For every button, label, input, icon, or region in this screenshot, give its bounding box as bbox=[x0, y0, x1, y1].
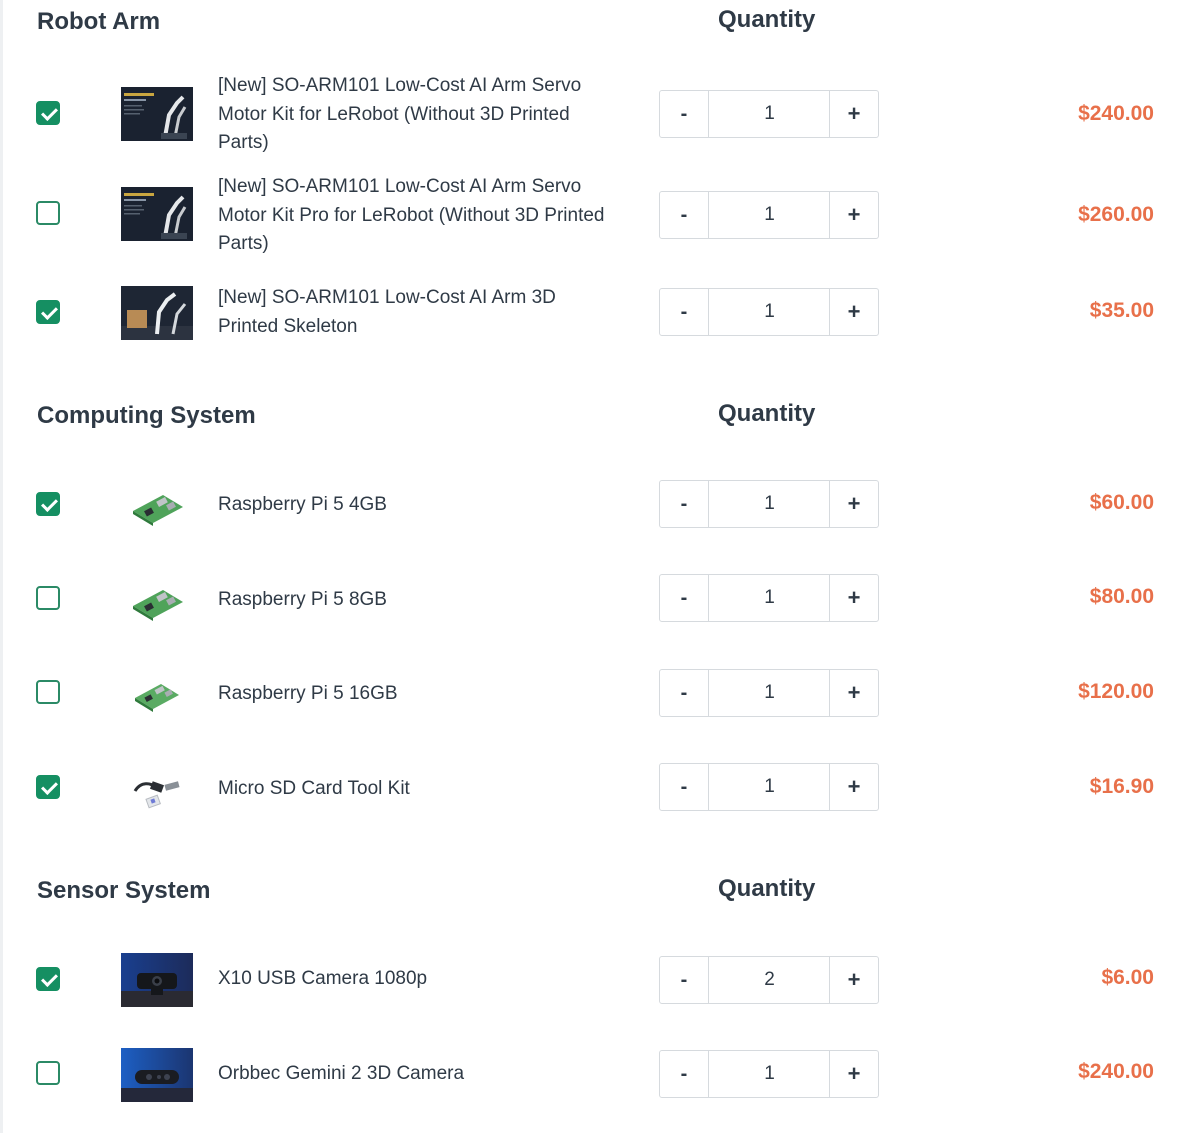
product-price: $240.00 bbox=[1078, 102, 1154, 125]
quantity-stepper: - + bbox=[659, 1050, 879, 1098]
quantity-stepper: - + bbox=[659, 288, 879, 336]
product-name[interactable]: Raspberry Pi 5 4GB bbox=[218, 491, 618, 520]
decrement-button[interactable]: - bbox=[660, 957, 709, 1003]
quantity-stepper: - + bbox=[659, 90, 879, 138]
usb-webcam-icon bbox=[121, 953, 193, 1007]
increment-button[interactable]: + bbox=[829, 192, 878, 238]
product-price: $240.00 bbox=[1078, 1060, 1154, 1083]
increment-button[interactable]: + bbox=[829, 91, 878, 137]
quantity-input[interactable] bbox=[709, 764, 830, 810]
sd-card-kit-icon bbox=[121, 763, 193, 817]
quantity-input[interactable] bbox=[709, 192, 830, 238]
product-row: [New] SO-ARM101 Low-Cost AI Arm Servo Mo… bbox=[0, 72, 1200, 158]
product-name[interactable]: X10 USB Camera 1080p bbox=[218, 965, 618, 994]
product-price: $35.00 bbox=[1089, 299, 1154, 322]
quantity-input[interactable] bbox=[709, 91, 830, 137]
product-checkbox[interactable] bbox=[36, 492, 60, 516]
product-name[interactable]: [New] SO-ARM101 Low-Cost AI Arm Servo Mo… bbox=[218, 173, 618, 259]
product-checkbox[interactable] bbox=[36, 101, 60, 125]
quantity-header: Quantity bbox=[718, 6, 816, 33]
product-row: Raspberry Pi 5 16GB - + $120.00 bbox=[0, 668, 1200, 722]
quantity-header: Quantity bbox=[718, 400, 816, 427]
decrement-button[interactable]: - bbox=[660, 289, 709, 335]
quantity-input[interactable] bbox=[709, 1051, 830, 1097]
product-checkbox[interactable] bbox=[36, 201, 60, 225]
product-name[interactable]: [New] SO-ARM101 Low-Cost AI Arm 3D Print… bbox=[218, 284, 618, 341]
raspberry-pi-board-icon bbox=[121, 574, 193, 628]
quantity-input[interactable] bbox=[709, 575, 830, 621]
increment-button[interactable]: + bbox=[829, 575, 878, 621]
product-price: $120.00 bbox=[1078, 680, 1154, 703]
product-checkbox[interactable] bbox=[36, 775, 60, 799]
quantity-header: Quantity bbox=[718, 875, 816, 902]
product-name[interactable]: Orbbec Gemini 2 3D Camera bbox=[218, 1060, 618, 1089]
section-header: Robot Arm Quantity bbox=[0, 0, 1200, 40]
product-price: $6.00 bbox=[1101, 966, 1154, 989]
product-row: X10 USB Camera 1080p - + $6.00 bbox=[0, 952, 1200, 1007]
raspberry-pi-board-icon bbox=[121, 668, 193, 722]
product-name[interactable]: Raspberry Pi 5 8GB bbox=[218, 586, 618, 615]
quantity-stepper: - + bbox=[659, 480, 879, 528]
decrement-button[interactable]: - bbox=[660, 91, 709, 137]
product-row: Orbbec Gemini 2 3D Camera - + $240.00 bbox=[0, 1047, 1200, 1102]
increment-button[interactable]: + bbox=[829, 481, 878, 527]
section-title: Computing System bbox=[37, 402, 256, 429]
product-name[interactable]: [New] SO-ARM101 Low-Cost AI Arm Servo Mo… bbox=[218, 72, 618, 158]
product-row: Micro SD Card Tool Kit - + $16.90 bbox=[0, 763, 1200, 817]
increment-button[interactable]: + bbox=[829, 1051, 878, 1097]
product-price: $60.00 bbox=[1089, 491, 1154, 514]
increment-button[interactable]: + bbox=[829, 289, 878, 335]
product-row: [New] SO-ARM101 Low-Cost AI Arm 3D Print… bbox=[0, 284, 1200, 342]
quantity-stepper: - + bbox=[659, 763, 879, 811]
increment-button[interactable]: + bbox=[829, 670, 878, 716]
raspberry-pi-board-icon bbox=[121, 479, 193, 533]
servo-kit-box-icon bbox=[121, 187, 193, 241]
decrement-button[interactable]: - bbox=[660, 481, 709, 527]
product-checkbox[interactable] bbox=[36, 300, 60, 324]
quantity-input[interactable] bbox=[709, 289, 830, 335]
product-price: $260.00 bbox=[1078, 203, 1154, 226]
product-row: [New] SO-ARM101 Low-Cost AI Arm Servo Mo… bbox=[0, 173, 1200, 259]
product-price: $16.90 bbox=[1089, 775, 1154, 798]
quantity-stepper: - + bbox=[659, 956, 879, 1004]
quantity-stepper: - + bbox=[659, 574, 879, 622]
product-price: $80.00 bbox=[1089, 585, 1154, 608]
quantity-stepper: - + bbox=[659, 191, 879, 239]
decrement-button[interactable]: - bbox=[660, 192, 709, 238]
product-checkbox[interactable] bbox=[36, 680, 60, 704]
quantity-stepper: - + bbox=[659, 669, 879, 717]
product-name[interactable]: Raspberry Pi 5 16GB bbox=[218, 680, 618, 709]
increment-button[interactable]: + bbox=[829, 957, 878, 1003]
decrement-button[interactable]: - bbox=[660, 575, 709, 621]
decrement-button[interactable]: - bbox=[660, 764, 709, 810]
product-row: Raspberry Pi 5 4GB - + $60.00 bbox=[0, 479, 1200, 533]
product-name[interactable]: Micro SD Card Tool Kit bbox=[218, 775, 618, 804]
increment-button[interactable]: + bbox=[829, 764, 878, 810]
product-checkbox[interactable] bbox=[36, 1061, 60, 1085]
section-header: Computing System Quantity bbox=[0, 394, 1200, 434]
section-title: Robot Arm bbox=[37, 8, 161, 35]
product-row: Raspberry Pi 5 8GB - + $80.00 bbox=[0, 574, 1200, 628]
decrement-button[interactable]: - bbox=[660, 670, 709, 716]
quantity-input[interactable] bbox=[709, 957, 830, 1003]
quantity-input[interactable] bbox=[709, 481, 830, 527]
decrement-button[interactable]: - bbox=[660, 1051, 709, 1097]
quantity-input[interactable] bbox=[709, 670, 830, 716]
product-checkbox[interactable] bbox=[36, 967, 60, 991]
depth-camera-icon bbox=[121, 1048, 193, 1102]
product-checkbox[interactable] bbox=[36, 586, 60, 610]
robot-arm-photo-icon bbox=[121, 286, 193, 340]
section-title: Sensor System bbox=[37, 877, 211, 904]
servo-kit-box-icon bbox=[121, 87, 193, 141]
section-header: Sensor System Quantity bbox=[0, 869, 1200, 909]
